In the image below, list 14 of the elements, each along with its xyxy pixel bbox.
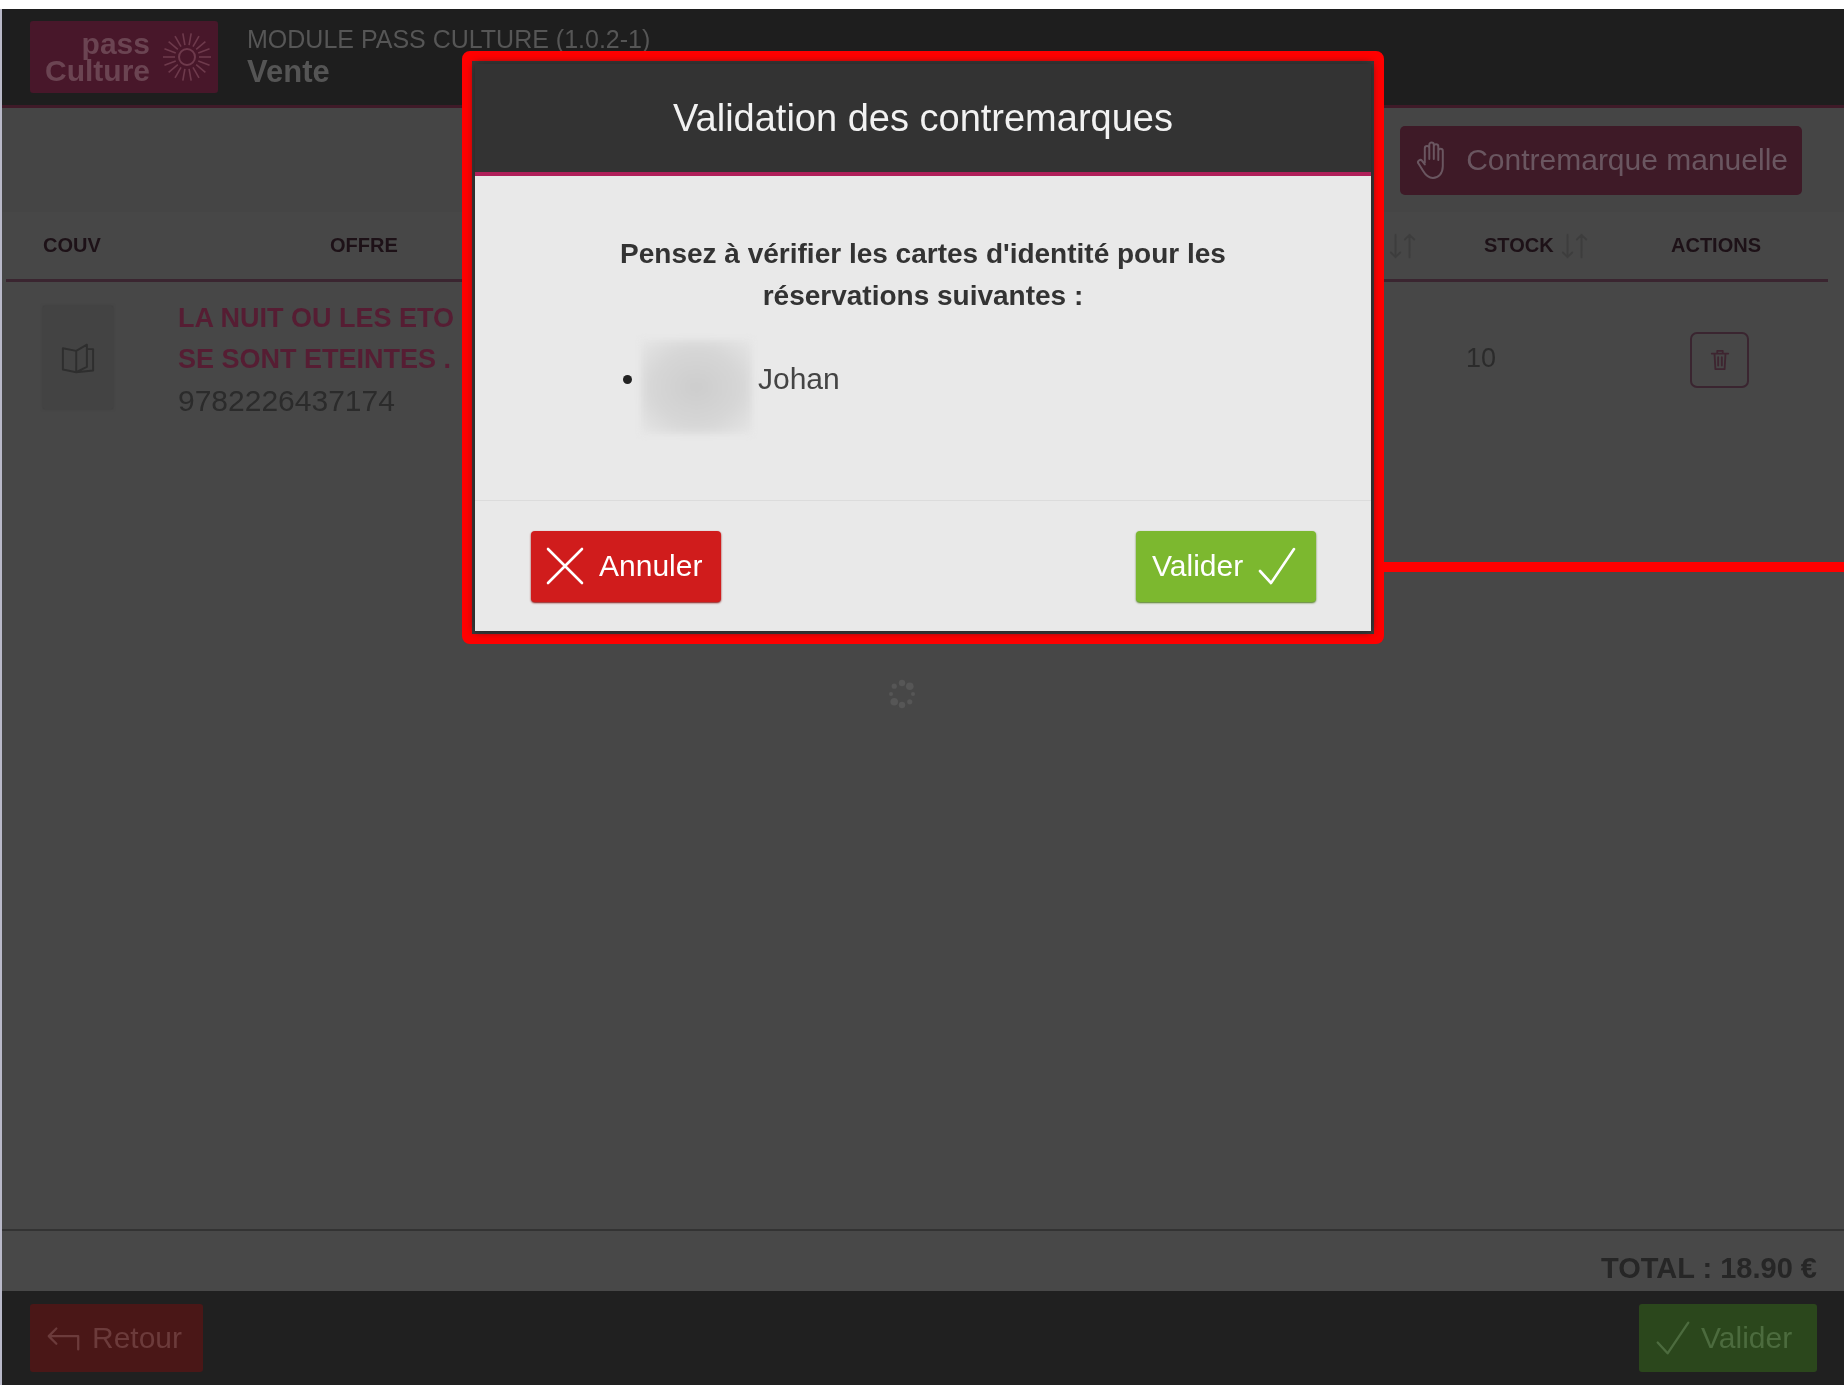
cross-icon xyxy=(545,546,585,586)
check-icon xyxy=(1257,546,1298,586)
manual-countermark-button[interactable]: Contremarque manuelle xyxy=(1400,125,1802,195)
validate-button[interactable]: Valider xyxy=(1136,530,1316,602)
reservation-name: Johan xyxy=(758,362,840,396)
module-name: MODULE PASS CULTURE (1.0.2-1) xyxy=(247,24,651,54)
check-icon xyxy=(1655,1320,1691,1356)
trash-icon xyxy=(1708,348,1731,372)
sun-logo-icon xyxy=(162,32,212,82)
cancel-button[interactable]: Annuler xyxy=(531,530,721,602)
dialog-title: Validation des contremarques xyxy=(673,96,1173,140)
bullet-icon xyxy=(623,374,632,384)
dialog-message: Pensez à vérifier les cartes d'identité pour les réservations suivantes : xyxy=(619,237,1227,313)
delete-button[interactable] xyxy=(1690,332,1749,388)
